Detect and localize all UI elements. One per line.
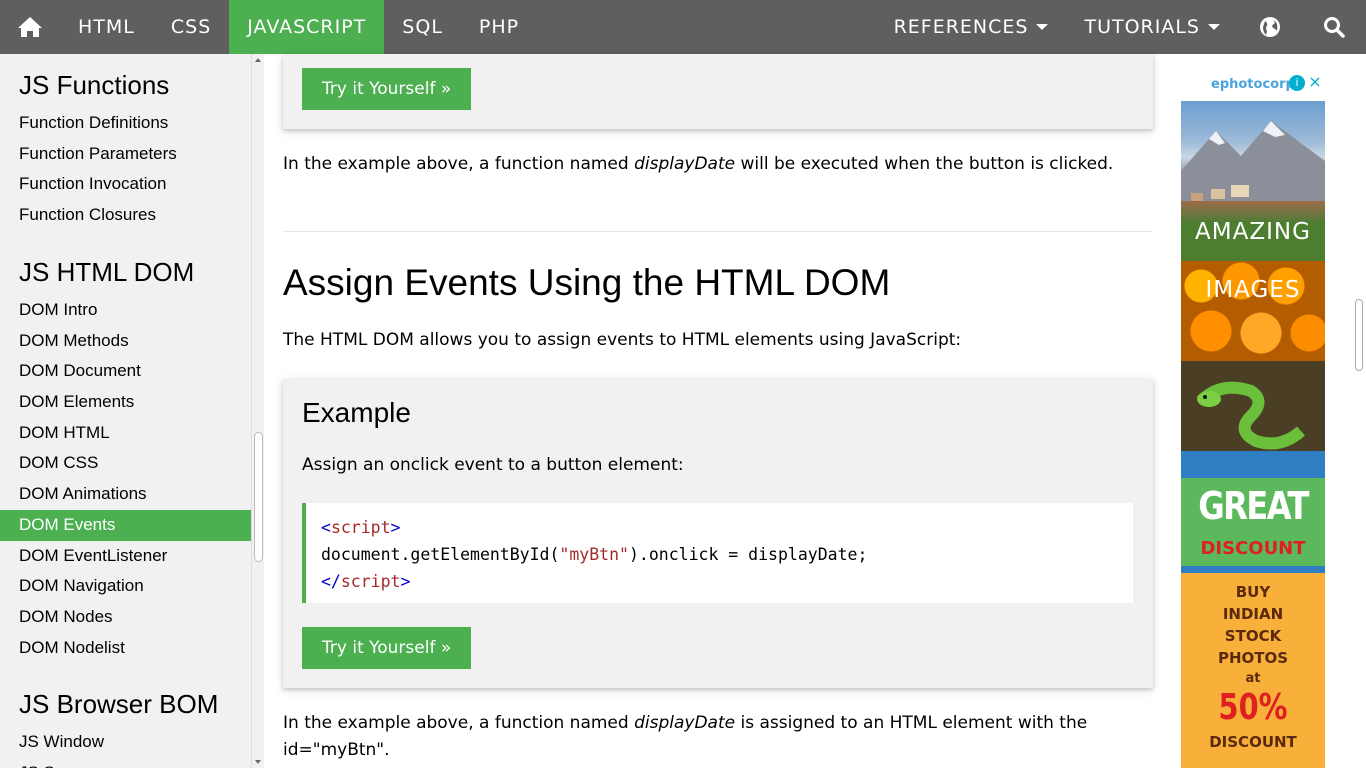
sidebar-scroll-thumb[interactable]: [254, 432, 263, 562]
ad-text-great: GREAT: [1198, 484, 1309, 528]
sidebar-link[interactable]: DOM Document: [0, 356, 251, 387]
advertisement-banner[interactable]: ephotocorp i × AMAZING IMAGES GREAT DISC…: [1181, 73, 1325, 768]
nav-css[interactable]: CSS: [153, 0, 229, 54]
sidebar-link[interactable]: DOM Nodes: [0, 602, 251, 633]
nav-tutorials[interactable]: TUTORIALS: [1066, 0, 1238, 54]
close-icon[interactable]: ×: [1307, 73, 1323, 91]
sidebar-scrollbar[interactable]: [251, 54, 264, 768]
code-line: </script>: [321, 572, 411, 591]
sidebar-heading-functions: JS Functions: [19, 70, 170, 100]
sidebar-link[interactable]: DOM Navigation: [0, 571, 251, 602]
code-line: <script>: [321, 518, 401, 537]
sidebar-link[interactable]: Function Closures: [0, 200, 251, 231]
sidebar-link[interactable]: DOM Elements: [0, 387, 251, 418]
example-title: Example: [302, 397, 411, 428]
ad-text-amazing: AMAZING: [1195, 219, 1311, 245]
paragraph-1: In the example above, a function named d…: [283, 154, 1114, 174]
sidebar-link[interactable]: DOM CSS: [0, 448, 251, 479]
sidebar-link[interactable]: DOM Nodelist: [0, 633, 251, 664]
sidebar-link[interactable]: Function Parameters: [0, 139, 251, 170]
ad-header: ephotocorp i ×: [1181, 73, 1325, 101]
page-scroll-thumb[interactable]: [1355, 299, 1363, 371]
top-navbar: HTML CSS JAVASCRIPT SQL PHP REFERENCES T…: [0, 0, 1366, 54]
code-block: <script> document.getElementById("myBtn"…: [302, 503, 1133, 603]
caret-down-icon: [1208, 24, 1220, 30]
great-discount-panel: GREAT DISCOUNT: [1181, 478, 1325, 566]
ad-brand: ephotocorp: [1211, 77, 1293, 92]
home-icon: [18, 17, 42, 37]
example-box: Example Assign an onclick event to a but…: [283, 379, 1153, 688]
oranges-photo: IMAGES: [1181, 261, 1325, 361]
sidebar-link-active[interactable]: DOM Events: [0, 509, 251, 541]
nav-sql[interactable]: SQL: [384, 0, 461, 54]
buy-photos-panel: BUY INDIAN STOCK PHOTOS at 50% DISCOUNT: [1181, 573, 1325, 768]
scroll-down-arrow-icon[interactable]: [255, 760, 261, 764]
paragraph-2: In the example above, a function named d…: [283, 713, 1088, 760]
snake-photo: [1181, 361, 1325, 451]
sidebar-link[interactable]: DOM Methods: [0, 326, 251, 357]
ad-text-images: IMAGES: [1205, 277, 1301, 303]
sidebar-heading-browser-bom: JS Browser BOM: [19, 689, 219, 719]
page-scrollbar[interactable]: [1352, 54, 1366, 768]
search-icon: [1324, 17, 1345, 38]
info-icon[interactable]: i: [1289, 75, 1305, 91]
sidebar-link[interactable]: Function Definitions: [0, 108, 251, 139]
nav-references[interactable]: REFERENCES: [876, 0, 1067, 54]
previous-example-box: Try it Yourself »: [283, 54, 1153, 129]
nav-javascript[interactable]: JAVASCRIPT: [229, 0, 385, 54]
nav-php[interactable]: PHP: [461, 0, 537, 54]
globe-icon: [1260, 17, 1280, 37]
sidebar-heading-html-dom: JS HTML DOM: [19, 257, 195, 287]
search-button[interactable]: [1302, 0, 1366, 54]
mountain-photo: AMAZING: [1181, 101, 1325, 261]
nav-html[interactable]: HTML: [60, 0, 153, 54]
ad-buy-line: BUY: [1235, 583, 1271, 601]
sidebar-link[interactable]: DOM Animations: [0, 479, 251, 510]
ad-buy-line: STOCK: [1224, 627, 1282, 645]
translate-button[interactable]: [1238, 0, 1302, 54]
section-heading: Assign Events Using the HTML DOM: [283, 262, 891, 303]
sidebar-link[interactable]: DOM HTML: [0, 418, 251, 449]
ad-buy-line: PHOTOS: [1217, 649, 1289, 667]
sidebar-link[interactable]: DOM EventListener: [0, 541, 251, 572]
ad-text-percent: 50%: [1218, 687, 1288, 728]
sidebar-link[interactable]: JS Screen: [0, 758, 251, 768]
home-button[interactable]: [0, 0, 60, 54]
scroll-up-arrow-icon[interactable]: [255, 58, 261, 62]
divider: [283, 231, 1153, 232]
sidebar-link[interactable]: Function Invocation: [0, 169, 251, 200]
sidebar-link[interactable]: JS Window: [0, 727, 251, 758]
example-description: Assign an onclick event to a button elem…: [302, 455, 684, 475]
try-it-yourself-button[interactable]: Try it Yourself »: [302, 68, 472, 110]
sidebar-link[interactable]: DOM Intro: [0, 295, 251, 326]
intro-paragraph: The HTML DOM allows you to assign events…: [283, 330, 962, 350]
caret-down-icon: [1036, 24, 1049, 30]
sidebar: JS Functions Function Definitions Functi…: [0, 54, 251, 768]
ad-text-discount: DISCOUNT: [1200, 538, 1306, 559]
ad-text-discount-2: DISCOUNT: [1209, 733, 1297, 751]
try-it-yourself-button[interactable]: Try it Yourself »: [302, 627, 472, 669]
code-line: document.getElementById("myBtn").onclick…: [321, 545, 868, 564]
ad-buy-line: INDIAN: [1222, 605, 1284, 623]
